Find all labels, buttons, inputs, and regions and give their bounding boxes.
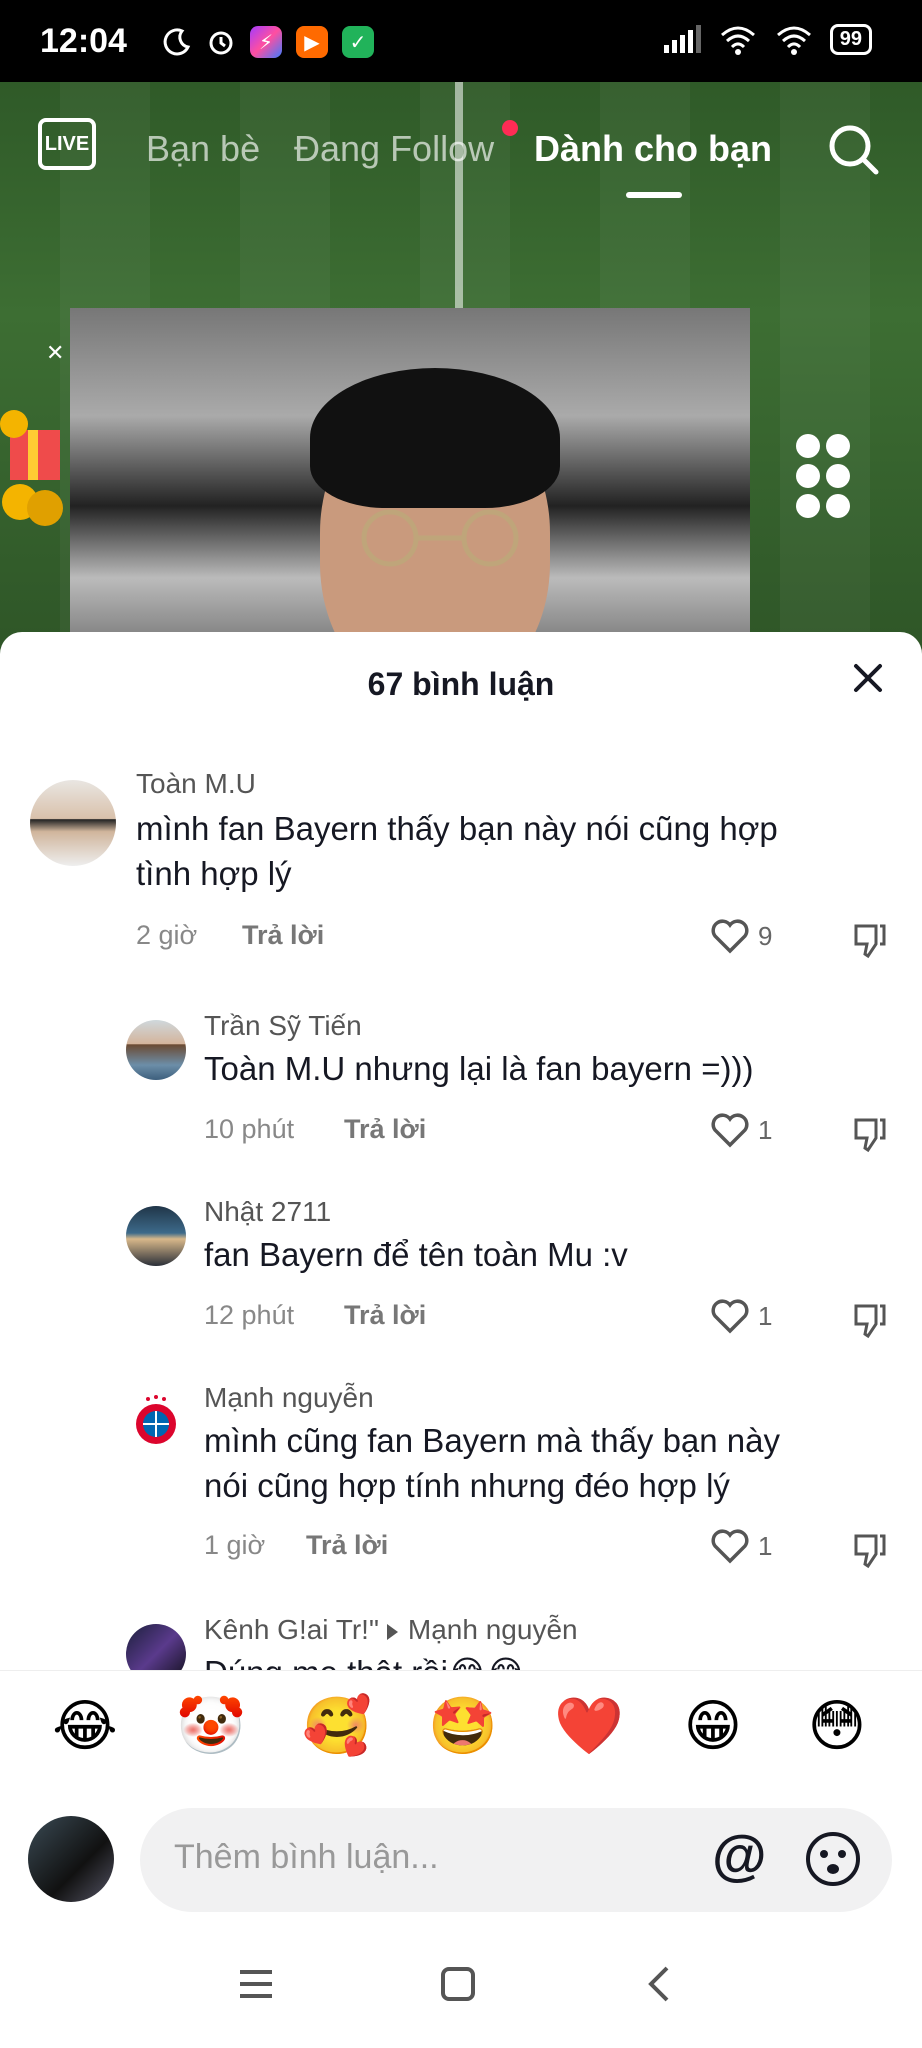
coins-gift-icon[interactable] — [0, 410, 70, 530]
comment-username: Kênh G!ai Tr!" Mạnh nguyễn — [204, 1614, 578, 1646]
top-nav: LIVE Bạn bè Đang Follow Dành cho bạn — [0, 82, 922, 202]
back-icon[interactable] — [640, 1964, 680, 2004]
tab-friends[interactable]: Bạn bè — [146, 128, 260, 170]
glasses — [361, 509, 519, 567]
avatar[interactable] — [126, 1206, 186, 1266]
emoji-flushed[interactable]: 😳 — [802, 1691, 872, 1761]
emoji-quick-bar: 😂 🤡 🥰 🤩 ❤️ 😁 😳 — [0, 1670, 922, 1777]
reply-button[interactable]: Trả lời — [242, 920, 324, 951]
status-icons-right: 99 — [662, 24, 872, 55]
comment-text: mình fan Bayern thấy bạn này nói cũng hợ… — [136, 810, 778, 892]
emoji-star-struck[interactable]: 🤩 — [428, 1691, 498, 1761]
status-icons: ⚡ ▶ ✓ — [162, 26, 374, 58]
comment-username[interactable]: Mạnh nguyễn — [204, 1382, 374, 1414]
emoji-smiling-hearts[interactable]: 🥰 — [302, 1691, 372, 1761]
comment-input-placeholder: Thêm bình luận... — [174, 1838, 439, 1876]
comments-count-title: 67 bình luận — [367, 666, 555, 702]
emoji-picker-icon[interactable] — [804, 1830, 862, 1888]
more-options-icon[interactable] — [796, 434, 852, 518]
video-app-icon: ▶ — [296, 26, 328, 58]
comment-author[interactable]: Kênh G!ai Tr!" — [204, 1614, 379, 1645]
status-bar: 12:04 ⚡ ▶ ✓ 99 — [0, 0, 922, 82]
comment-time: 1 giờ — [204, 1530, 266, 1560]
close-icon[interactable] — [848, 658, 888, 698]
signal-icon — [663, 24, 701, 53]
like-count: 1 — [758, 1114, 773, 1145]
person-hair — [310, 368, 560, 508]
like-button[interactable]: 1 — [710, 1298, 772, 1334]
moon-icon — [163, 28, 191, 56]
reply-to-user[interactable]: Mạnh nguyễn — [408, 1614, 578, 1645]
like-count: 1 — [758, 1530, 773, 1561]
wifi-icon-2 — [776, 26, 811, 55]
like-count: 9 — [758, 920, 773, 951]
tab-following[interactable]: Đang Follow — [294, 128, 494, 170]
wifi-icon — [720, 26, 755, 55]
reply-arrow-icon — [386, 1623, 398, 1640]
reply-button[interactable]: Trả lời — [344, 1300, 426, 1331]
bayern-logo-avatar[interactable] — [126, 1392, 186, 1452]
comment-username[interactable]: Toàn M.U — [136, 768, 256, 800]
heart-icon — [711, 1113, 749, 1148]
avatar[interactable] — [126, 1020, 186, 1080]
tab-for-you[interactable]: Dành cho bạn — [534, 128, 772, 170]
like-button[interactable]: 9 — [710, 918, 772, 954]
dislike-icon[interactable] — [850, 920, 890, 960]
alarm-icon — [209, 31, 233, 55]
like-button[interactable]: 1 — [710, 1528, 772, 1564]
search-icon[interactable] — [826, 122, 882, 178]
video-inset-frame — [70, 308, 750, 668]
reply-button[interactable]: Trả lời — [344, 1114, 426, 1145]
battery-indicator: 99 — [829, 24, 872, 55]
comment-username[interactable]: Nhật 2711 — [204, 1196, 331, 1228]
home-icon[interactable] — [438, 1964, 478, 2004]
comment-time: 2 giờ — [136, 920, 198, 950]
heart-icon — [711, 1529, 749, 1564]
system-nav-bar — [0, 1920, 922, 2048]
my-avatar[interactable] — [28, 1816, 114, 1902]
dislike-icon[interactable] — [850, 1300, 890, 1340]
reply-button[interactable]: Trả lời — [306, 1530, 388, 1561]
comment-time: 12 phút — [204, 1300, 295, 1330]
mention-icon[interactable]: @ — [712, 1822, 767, 1887]
heart-icon — [711, 1299, 749, 1334]
comment-username[interactable]: Trần Sỹ Tiến — [204, 1010, 362, 1042]
heart-icon — [711, 919, 749, 954]
emoji-laughing-tears[interactable]: 😂 — [50, 1691, 120, 1761]
comment-text: fan Bayern để tên toàn Mu :v — [204, 1236, 628, 1273]
emoji-clown[interactable]: 🤡 — [176, 1691, 246, 1761]
like-button[interactable]: 1 — [710, 1112, 772, 1148]
live-icon[interactable]: LIVE — [38, 118, 96, 170]
notification-dot — [502, 120, 518, 136]
comment-composer: Thêm bình luận... @ — [0, 1790, 922, 1920]
close-ad-icon[interactable]: ✕ — [46, 340, 64, 366]
shield-app-icon: ✓ — [342, 26, 374, 58]
comment-text: Toàn M.U nhưng lại là fan bayern =))) — [204, 1050, 754, 1087]
status-time: 12:04 — [40, 22, 127, 60]
messenger-icon: ⚡ — [250, 26, 282, 58]
menu-icon[interactable] — [236, 1964, 276, 2004]
dislike-icon[interactable] — [850, 1530, 890, 1570]
comment-text: mình cũng fan Bayern mà thấy bạn này nói… — [204, 1422, 781, 1504]
emoji-grinning[interactable]: 😁 — [678, 1691, 748, 1761]
comment-input[interactable]: Thêm bình luận... @ — [140, 1808, 892, 1912]
comment-time: 10 phút — [204, 1114, 295, 1144]
emoji-red-heart[interactable]: ❤️ — [554, 1691, 624, 1761]
dislike-icon[interactable] — [850, 1114, 890, 1154]
avatar[interactable] — [30, 780, 116, 866]
active-tab-indicator — [626, 192, 682, 198]
like-count: 1 — [758, 1300, 773, 1331]
